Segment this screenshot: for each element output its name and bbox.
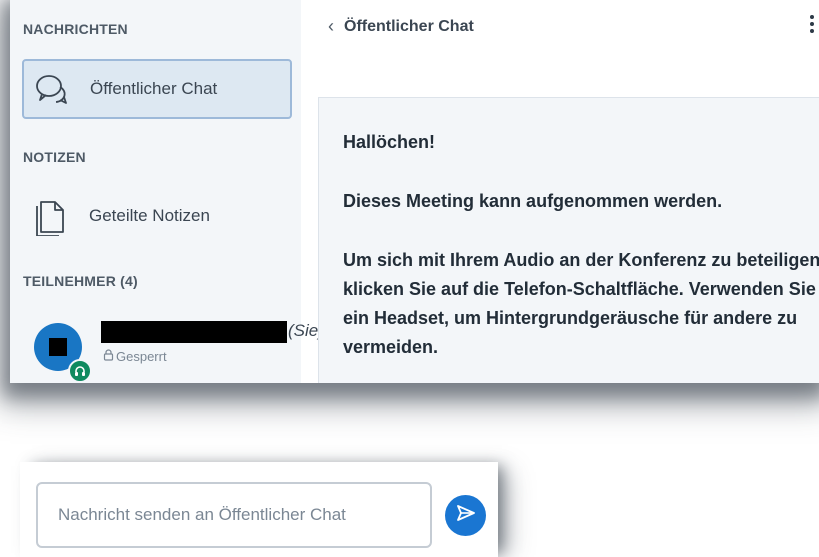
sidebar-item-label: Geteilte Notizen xyxy=(89,206,210,225)
headset-icon xyxy=(68,359,92,383)
redacted-username xyxy=(101,321,287,343)
messages-section-title: NACHRICHTEN xyxy=(23,21,128,37)
participant-row-self[interactable]: (Sie) Gesperrt xyxy=(30,315,324,383)
welcome-line-audio-info: Um sich mit Ihrem Audio an der Konferenz… xyxy=(343,250,819,357)
sidebar-item-label: Öffentlicher Chat xyxy=(90,79,218,98)
more-vertical-icon[interactable] xyxy=(807,12,817,40)
welcome-message: Hallöchen! Dieses Meeting kann aufgenomm… xyxy=(318,97,819,383)
main-panel: NACHRICHTEN Öffentlicher Chat NOTIZEN Ge… xyxy=(10,0,819,383)
lock-icon xyxy=(103,349,114,364)
participants-section-title: TEILNEHMER (4) xyxy=(23,273,138,289)
user-status-label: Gesperrt xyxy=(116,349,167,364)
send-button[interactable] xyxy=(445,495,486,536)
welcome-line-recording: Dieses Meeting kann aufgenommen werden. xyxy=(343,191,723,211)
chat-bubbles-icon xyxy=(34,71,70,107)
message-composer xyxy=(20,462,498,557)
welcome-line-greeting: Hallöchen! xyxy=(343,132,436,152)
chat-title: Öffentlicher Chat xyxy=(344,17,474,35)
document-icon xyxy=(33,198,69,236)
avatar-initial-redacted xyxy=(49,338,67,356)
sidebar-item-shared-notes[interactable]: Geteilte Notizen xyxy=(23,186,293,246)
back-chevron-icon[interactable]: ‹ xyxy=(328,16,334,37)
user-status: Gesperrt xyxy=(103,349,167,364)
sidebar-item-public-chat[interactable]: Öffentlicher Chat xyxy=(22,59,292,119)
notes-section-title: NOTIZEN xyxy=(23,149,86,165)
send-icon xyxy=(455,503,477,528)
chat-header[interactable]: ‹ Öffentlicher Chat xyxy=(328,16,474,37)
message-input[interactable] xyxy=(36,482,432,548)
sidebar: NACHRICHTEN Öffentlicher Chat NOTIZEN Ge… xyxy=(10,0,324,383)
